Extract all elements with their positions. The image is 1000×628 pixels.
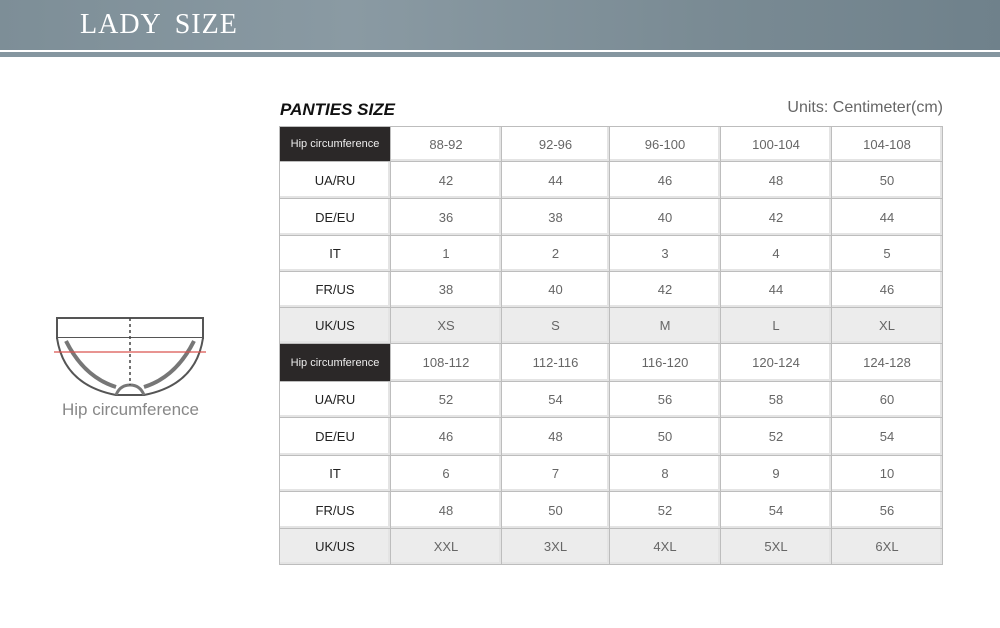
size-value-cell: 46	[609, 161, 721, 199]
size-value-cell: M	[609, 307, 721, 344]
size-value-cell: 50	[609, 417, 721, 456]
size-table: Hip circumference 88-92 92-96 96-100 100-104…	[279, 126, 943, 565]
header-row: Hip circumference 108-112 112-116 116-120 12…	[279, 343, 943, 382]
size-row: DE/EU 36 38 40 42 44	[279, 198, 943, 236]
size-value-cell: 10	[831, 455, 943, 492]
banner-divider-band	[0, 52, 1000, 57]
size-row: DE/EU 46 48 50 52 54	[279, 417, 943, 456]
hip-range-cell: 92-96	[501, 126, 610, 162]
size-value-cell: 38	[501, 198, 610, 236]
size-value-cell: 5	[831, 235, 943, 272]
region-label: DE/EU	[279, 198, 391, 236]
hip-circumference-header: Hip circumference	[279, 126, 391, 162]
size-value-cell: 54	[831, 417, 943, 456]
region-label: UA/RU	[279, 161, 391, 199]
hip-range-cell: 124-128	[831, 343, 943, 382]
size-value-cell: 54	[720, 491, 832, 529]
size-value-cell: 42	[609, 271, 721, 308]
size-row: FR/US 38 40 42 44 46	[279, 271, 943, 308]
size-value-cell: XXL	[390, 528, 502, 565]
size-value-cell: 52	[390, 381, 502, 418]
panties-outline-icon	[54, 315, 206, 402]
size-value-cell: 48	[501, 417, 610, 456]
size-value-cell: 1	[390, 235, 502, 272]
size-value-cell: 6XL	[831, 528, 943, 565]
size-value-cell: 42	[720, 198, 832, 236]
size-row: IT 6 7 8 9 10	[279, 455, 943, 492]
size-value-cell: XS	[390, 307, 502, 344]
size-value-cell: 4XL	[609, 528, 721, 565]
size-row: IT 1 2 3 4 5	[279, 235, 943, 272]
size-value-cell: 3	[609, 235, 721, 272]
illustration-label: Hip circumference	[62, 400, 199, 419]
size-value-cell: 44	[720, 271, 832, 308]
region-label: FR/US	[279, 271, 391, 308]
size-value-cell: 56	[609, 381, 721, 418]
size-value-cell: 6	[390, 455, 502, 492]
size-value-cell: 44	[501, 161, 610, 199]
hip-range-cell: 116-120	[609, 343, 721, 382]
size-row: UK/US XS S M L XL	[279, 307, 943, 344]
size-value-cell: 44	[831, 198, 943, 236]
size-value-cell: 42	[390, 161, 502, 199]
region-label: IT	[279, 455, 391, 492]
size-value-cell: 54	[501, 381, 610, 418]
hip-range-cell: 112-116	[501, 343, 610, 382]
size-value-cell: 52	[720, 417, 832, 456]
size-value-cell: 46	[390, 417, 502, 456]
size-row: UA/RU 52 54 56 58 60	[279, 381, 943, 418]
size-value-cell: 40	[501, 271, 610, 308]
region-label: IT	[279, 235, 391, 272]
hip-range-cell: 100-104	[720, 126, 832, 162]
size-value-cell: 36	[390, 198, 502, 236]
hip-range-cell: 88-92	[390, 126, 502, 162]
size-value-cell: 9	[720, 455, 832, 492]
hip-range-cell: 104-108	[831, 126, 943, 162]
size-value-cell: 38	[390, 271, 502, 308]
size-value-cell: 50	[501, 491, 610, 529]
size-value-cell: S	[501, 307, 610, 344]
size-value-cell: 4	[720, 235, 832, 272]
size-value-cell: 48	[390, 491, 502, 529]
size-value-cell: 7	[501, 455, 610, 492]
size-value-cell: 46	[831, 271, 943, 308]
region-label: UK/US	[279, 307, 391, 344]
section-title: PANTIES SIZE	[280, 100, 395, 119]
size-row: UA/RU 42 44 46 48 50	[279, 161, 943, 199]
size-row: UK/US XXL 3XL 4XL 5XL 6XL	[279, 528, 943, 565]
region-label: FR/US	[279, 491, 391, 529]
size-row: FR/US 48 50 52 54 56	[279, 491, 943, 529]
size-value-cell: 58	[720, 381, 832, 418]
region-label: DE/EU	[279, 417, 391, 456]
size-value-cell: 56	[831, 491, 943, 529]
size-value-cell: L	[720, 307, 832, 344]
region-label: UK/US	[279, 528, 391, 565]
size-value-cell: 2	[501, 235, 610, 272]
header-row: Hip circumference 88-92 92-96 96-100 100-104…	[279, 126, 943, 162]
size-value-cell: 48	[720, 161, 832, 199]
title-banner: LADY SIZE	[0, 0, 1000, 50]
size-value-cell: 50	[831, 161, 943, 199]
banner-title: LADY SIZE	[80, 9, 238, 40]
size-value-cell: 5XL	[720, 528, 832, 565]
size-value-cell: XL	[831, 307, 943, 344]
size-value-cell: 60	[831, 381, 943, 418]
size-value-cell: 40	[609, 198, 721, 236]
size-value-cell: 3XL	[501, 528, 610, 565]
size-value-cell: 52	[609, 491, 721, 529]
hip-range-cell: 120-124	[720, 343, 832, 382]
region-label: UA/RU	[279, 381, 391, 418]
hip-circumference-header: Hip circumference	[279, 343, 391, 382]
units-label: Units: Centimeter(cm)	[787, 99, 943, 116]
hip-range-cell: 108-112	[390, 343, 502, 382]
size-value-cell: 8	[609, 455, 721, 492]
hip-range-cell: 96-100	[609, 126, 721, 162]
